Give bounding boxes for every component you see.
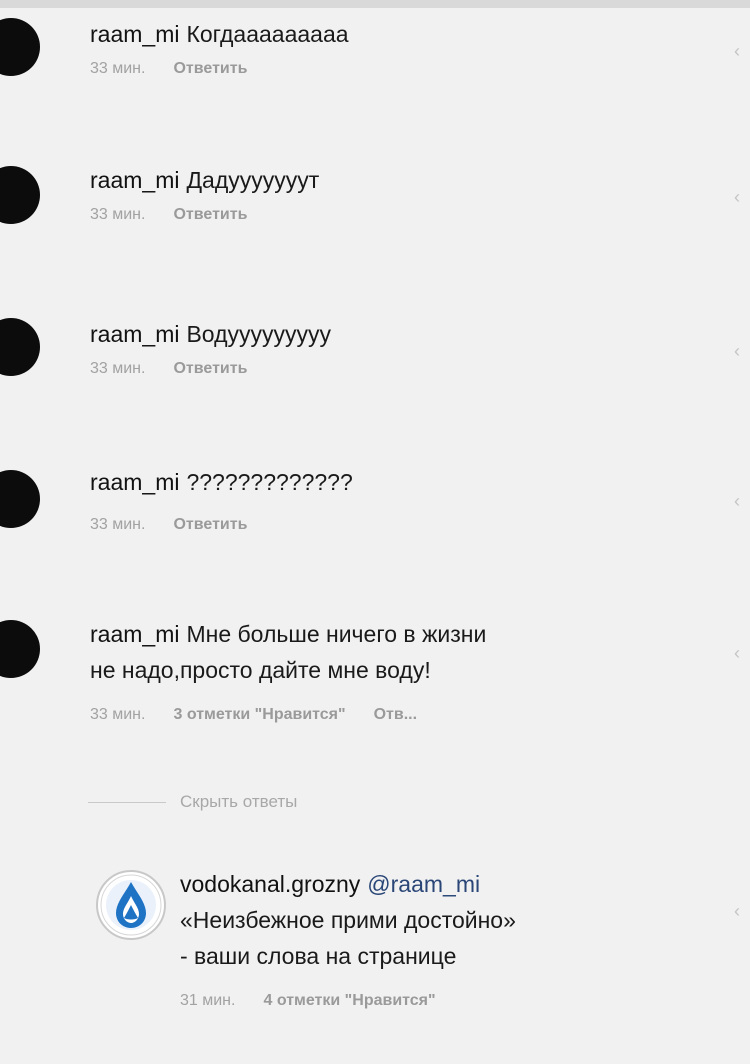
comment-text-line: raam_mi Когдааааааааа bbox=[90, 16, 690, 52]
avatar[interactable] bbox=[0, 620, 40, 678]
comment-message: Мне больше ничего в жизни bbox=[186, 621, 487, 647]
reply-button[interactable]: Ответить bbox=[173, 206, 247, 224]
hide-replies-label: Скрыть ответы bbox=[180, 792, 298, 811]
comment-message-continued: не надо,просто дайте мне воду! bbox=[90, 657, 431, 683]
comment-meta: 33 мин. Ответить bbox=[90, 360, 690, 378]
comment-body: raam_mi Мне больше ничего в жизни не надо… bbox=[90, 616, 690, 724]
comment-message: Дадууууууут bbox=[186, 167, 320, 193]
divider bbox=[88, 801, 166, 803]
comment-meta: 33 мин. Ответить bbox=[90, 516, 690, 534]
vodokanal-logo[interactable] bbox=[96, 870, 166, 940]
comment-body: raam_mi Водууууууууу 33 мин. Ответить bbox=[90, 316, 690, 378]
avatar[interactable] bbox=[0, 318, 40, 376]
vodokanal-logo-graphic bbox=[100, 874, 162, 936]
reply-button[interactable]: Ответить bbox=[173, 516, 247, 534]
comment-text-line: raam_mi Водууууууууу bbox=[90, 316, 690, 352]
comment-message: «Неизбежное прими достойно» bbox=[180, 907, 516, 933]
reply-button[interactable]: Ответить bbox=[173, 360, 247, 378]
comment-body: vodokanal.grozny @raam_mi «Неизбежное при… bbox=[180, 866, 700, 1010]
comment-message: Водууууууууу bbox=[186, 321, 332, 347]
comment-body: raam_mi Когдааааааааа 33 мин. Ответить bbox=[90, 16, 690, 78]
comment-message-continued: - ваши слова на странице bbox=[180, 943, 457, 969]
avatar[interactable] bbox=[0, 18, 40, 76]
comment-time: 33 мин. bbox=[90, 360, 146, 377]
reply-button[interactable]: Отв... bbox=[374, 706, 417, 724]
comment-message: Когдааааааааа bbox=[186, 21, 349, 47]
comment-username[interactable]: raam_mi bbox=[90, 321, 179, 347]
comment-username[interactable]: raam_mi bbox=[90, 167, 179, 193]
mention-link[interactable]: @raam_mi bbox=[367, 871, 480, 897]
comment-time: 33 мин. bbox=[90, 706, 146, 723]
heart-icon[interactable]: ‹ bbox=[734, 42, 744, 60]
comment-time: 33 мин. bbox=[90, 516, 146, 533]
comment-time: 33 мин. bbox=[90, 206, 146, 223]
comment-thread: raam_mi Когдааааааааа 33 мин. Ответить ‹ … bbox=[0, 0, 750, 1064]
comment-username[interactable]: raam_mi bbox=[90, 621, 179, 647]
comment-text-line: «Неизбежное прими достойно» bbox=[180, 902, 700, 938]
comment-time: 31 мин. bbox=[180, 992, 236, 1009]
comment-username[interactable]: raam_mi bbox=[90, 469, 179, 495]
comment-meta: 33 мин. Ответить bbox=[90, 206, 690, 224]
comment-message: ????????????? bbox=[186, 469, 353, 495]
comment-text-line: raam_mi Мне больше ничего в жизни bbox=[90, 616, 690, 652]
avatar[interactable] bbox=[0, 166, 40, 224]
heart-icon[interactable]: ‹ bbox=[734, 188, 744, 206]
comment-username[interactable]: vodokanal.grozny bbox=[180, 871, 360, 897]
comment-time: 33 мин. bbox=[90, 60, 146, 77]
comment-username[interactable]: raam_mi bbox=[90, 21, 179, 47]
comment-text-line: raam_mi Дадууууууут bbox=[90, 162, 690, 198]
comment-body: raam_mi Дадууууууут 33 мин. Ответить bbox=[90, 162, 690, 224]
heart-icon[interactable]: ‹ bbox=[734, 492, 744, 510]
heart-icon[interactable]: ‹ bbox=[734, 902, 744, 920]
likes-count[interactable]: 3 отметки "Нравится" bbox=[173, 706, 345, 724]
comment-text-line: vodokanal.grozny @raam_mi bbox=[180, 866, 700, 902]
comment-text-line: не надо,просто дайте мне воду! bbox=[90, 652, 690, 688]
comment-meta: 33 мин. Ответить bbox=[90, 60, 690, 78]
heart-icon[interactable]: ‹ bbox=[734, 342, 744, 360]
comment-meta: 31 мин. 4 отметки "Нравится" bbox=[180, 992, 700, 1010]
comment-text-line: raam_mi????????????? bbox=[90, 464, 690, 500]
hide-replies-button[interactable]: Скрыть ответы bbox=[88, 792, 297, 812]
comment-body: raam_mi????????????? 33 мин. Ответить bbox=[90, 464, 690, 534]
avatar[interactable] bbox=[0, 470, 40, 528]
reply-button[interactable]: Ответить bbox=[173, 60, 247, 78]
heart-icon[interactable]: ‹ bbox=[734, 644, 744, 662]
comment-text-line: - ваши слова на странице bbox=[180, 938, 700, 974]
likes-count[interactable]: 4 отметки "Нравится" bbox=[263, 992, 435, 1010]
comment-meta: 33 мин. 3 отметки "Нравится" Отв... bbox=[90, 706, 690, 724]
